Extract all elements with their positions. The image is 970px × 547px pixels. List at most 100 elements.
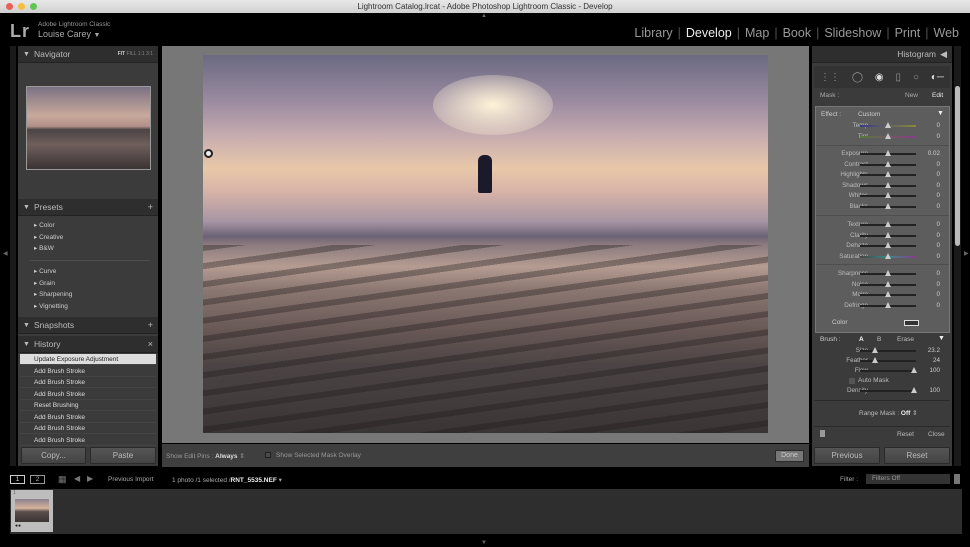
top-panel-toggle-icon[interactable]: ▲ (481, 13, 487, 19)
grid-view-icon[interactable]: ▦ (58, 474, 67, 485)
zoom-fill[interactable]: FILL (126, 51, 136, 57)
slider-thumb[interactable] (885, 231, 891, 238)
slider-value[interactable]: 0 (936, 269, 940, 279)
histogram-header[interactable]: Histogram ◀ (812, 46, 952, 63)
adjustment-brush-icon[interactable]: ◐─ (931, 72, 944, 83)
slider-thumb[interactable] (885, 242, 891, 248)
slider-track[interactable] (860, 301, 916, 308)
slider-sharpness[interactable]: Sharpness 0 (814, 269, 948, 279)
forward-arrow-icon[interactable]: ▶ (87, 474, 93, 483)
slider-track[interactable] (860, 231, 916, 238)
preset-folder[interactable]: ▸ B&W (34, 244, 54, 252)
main-screen-button[interactable]: 1 (10, 475, 25, 484)
slider-track[interactable] (860, 291, 916, 297)
slider-noise[interactable]: Noise0 (814, 280, 948, 290)
filmstrip-thumbnail[interactable]: 1 ●● (11, 490, 53, 532)
slider-value[interactable]: 0 (936, 301, 940, 311)
slider-thumb[interactable] (885, 160, 891, 167)
slider-thumb[interactable] (885, 252, 891, 259)
slider-track[interactable] (860, 192, 916, 198)
maximize-window-button[interactable] (30, 3, 37, 10)
slider-thumb[interactable] (885, 202, 891, 209)
slider-track[interactable] (860, 270, 916, 276)
right-scrollbar[interactable] (954, 46, 961, 466)
mask-new-button[interactable]: New (905, 92, 918, 99)
slider-texture[interactable]: Texture 0 (814, 220, 948, 230)
slider-track[interactable] (860, 280, 916, 287)
slider-thumb[interactable] (911, 387, 918, 393)
snapshots-header[interactable]: ▼ Snapshots + (18, 317, 158, 334)
brush-b-tab[interactable]: B (877, 336, 881, 343)
slider-track[interactable] (860, 181, 916, 188)
show-edit-pins[interactable]: Show Edit Pins : Always ⇕ (166, 452, 245, 460)
slider-shadows[interactable]: Shadows 0 (814, 181, 948, 191)
add-snapshot-icon[interactable]: + (148, 317, 153, 334)
module-develop[interactable]: Develop (681, 26, 737, 40)
preset-folder[interactable]: ▸ Curve (34, 267, 56, 275)
slider-value[interactable]: 0 (936, 220, 940, 230)
slider-track[interactable] (860, 357, 916, 363)
slider-thumb[interactable] (885, 301, 891, 308)
slider-track[interactable] (860, 347, 916, 353)
effect-collapse-icon[interactable]: ▼ (937, 110, 944, 117)
slider-value[interactable]: 0 (936, 121, 940, 131)
user-name[interactable]: Louise Carey ▼ (38, 29, 100, 39)
spot-removal-icon[interactable]: ◯ (852, 72, 863, 83)
add-preset-icon[interactable]: + (148, 199, 153, 216)
slider-thumb[interactable] (885, 132, 891, 139)
left-panel-edge[interactable] (10, 46, 16, 466)
slider-track[interactable] (860, 367, 918, 373)
zoom-3-1[interactable]: 3:1 (146, 51, 153, 57)
slider-thumb[interactable] (885, 270, 891, 276)
slider-track[interactable] (860, 171, 916, 177)
previous-button[interactable]: Previous (814, 447, 880, 464)
module-book[interactable]: Book (778, 26, 817, 40)
slider-track[interactable] (860, 252, 916, 259)
slider-saturation[interactable]: Saturation 0 (814, 252, 948, 262)
radial-filter-icon[interactable]: ○ (913, 72, 919, 83)
slider-tint[interactable]: Tint0 (814, 132, 948, 142)
slider-value[interactable]: 0 (936, 241, 940, 251)
photo[interactable] (203, 55, 768, 433)
brush-a-tab[interactable]: A (859, 336, 864, 343)
red-eye-icon[interactable]: ◉ (875, 72, 884, 83)
minimize-window-button[interactable] (18, 3, 25, 10)
edit-pin[interactable] (204, 149, 213, 158)
history-item[interactable]: Update Exposure Adjustment (20, 354, 156, 365)
navigator-header[interactable]: ▼ Navigator FIT FILL 1:1 3:1 (18, 46, 158, 63)
range-mask-dropdown[interactable]: Range Mask : Off ⇕ (859, 409, 918, 417)
slider-value[interactable]: 0 (936, 231, 940, 241)
history-item[interactable]: Reset Brushing (20, 400, 156, 411)
slider-moire[interactable]: Moire0 (814, 290, 948, 300)
preset-folder[interactable]: ▸ Grain (34, 279, 55, 287)
history-item[interactable]: Add Brush Stroke (20, 389, 156, 400)
slider-clarity[interactable]: Clarity0 (814, 231, 948, 241)
module-map[interactable]: Map (740, 26, 774, 40)
zoom-fit[interactable]: FIT (118, 51, 126, 57)
slider-highlights[interactable]: Highlights 0 (814, 170, 948, 180)
slider-size[interactable]: Size23.2 (814, 346, 948, 356)
slider-temp[interactable]: Temp0 (814, 121, 948, 131)
slider-thumb[interactable] (885, 280, 891, 287)
slider-thumb[interactable] (885, 291, 891, 297)
slider-thumb[interactable] (911, 367, 918, 373)
effect-dropdown[interactable]: Custom (858, 111, 880, 118)
slider-track[interactable] (860, 132, 916, 139)
slider-whites[interactable]: Whites 0 (814, 191, 948, 201)
slider-flow[interactable]: Flow100 (814, 366, 948, 376)
presets-header[interactable]: ▼ Presets + (18, 199, 158, 216)
mask-close-button[interactable]: Close (928, 431, 945, 438)
history-header[interactable]: ▼ History × (18, 336, 158, 353)
slider-value[interactable]: 23.2 (928, 346, 940, 356)
brush-erase-tab[interactable]: Erase (897, 336, 914, 343)
graduated-filter-icon[interactable]: ▯ (896, 72, 902, 83)
paste-button[interactable]: Paste (90, 447, 156, 464)
mask-edit-button[interactable]: Edit (932, 92, 943, 99)
filmstrip-toggle-icon[interactable]: ▼ (481, 540, 487, 546)
slider-feather[interactable]: Feather 24 (814, 356, 948, 366)
auto-mask-checkbox[interactable] (849, 378, 855, 384)
crop-tool-icon[interactable]: ⋮⋮ (820, 72, 840, 83)
slider-value[interactable]: 0 (936, 290, 940, 300)
slider-track[interactable] (860, 202, 916, 209)
slider-track[interactable] (860, 122, 916, 128)
